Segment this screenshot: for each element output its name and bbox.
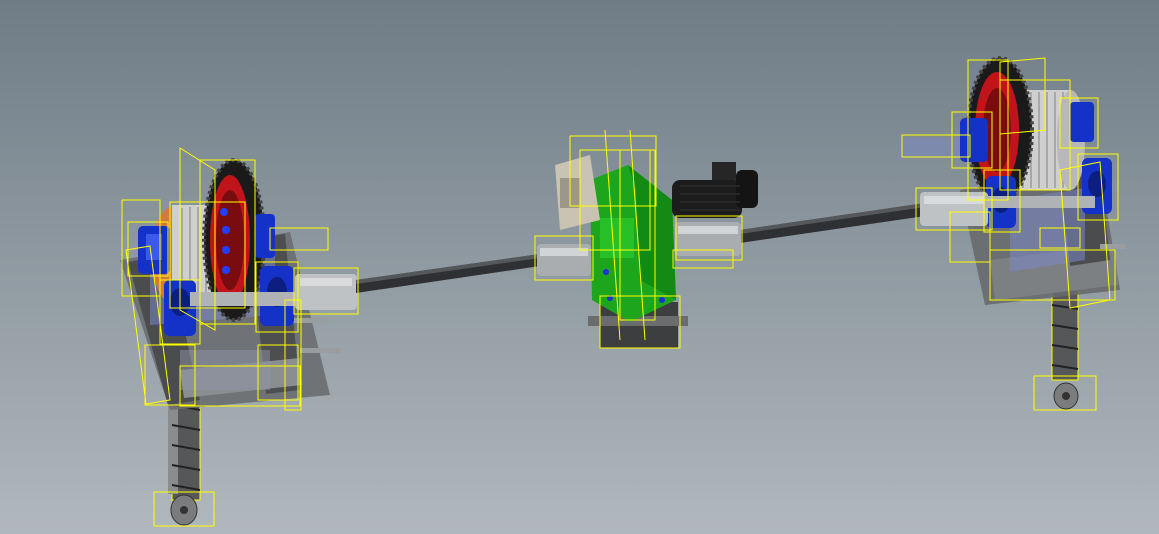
electric-motor[interactable] — [672, 162, 758, 218]
assembly-3d-view[interactable] — [0, 0, 1159, 534]
cad-viewport[interactable] — [0, 0, 1159, 534]
left-hanger-chain[interactable] — [153, 389, 215, 527]
right-hanger-chain[interactable] — [1033, 289, 1097, 411]
